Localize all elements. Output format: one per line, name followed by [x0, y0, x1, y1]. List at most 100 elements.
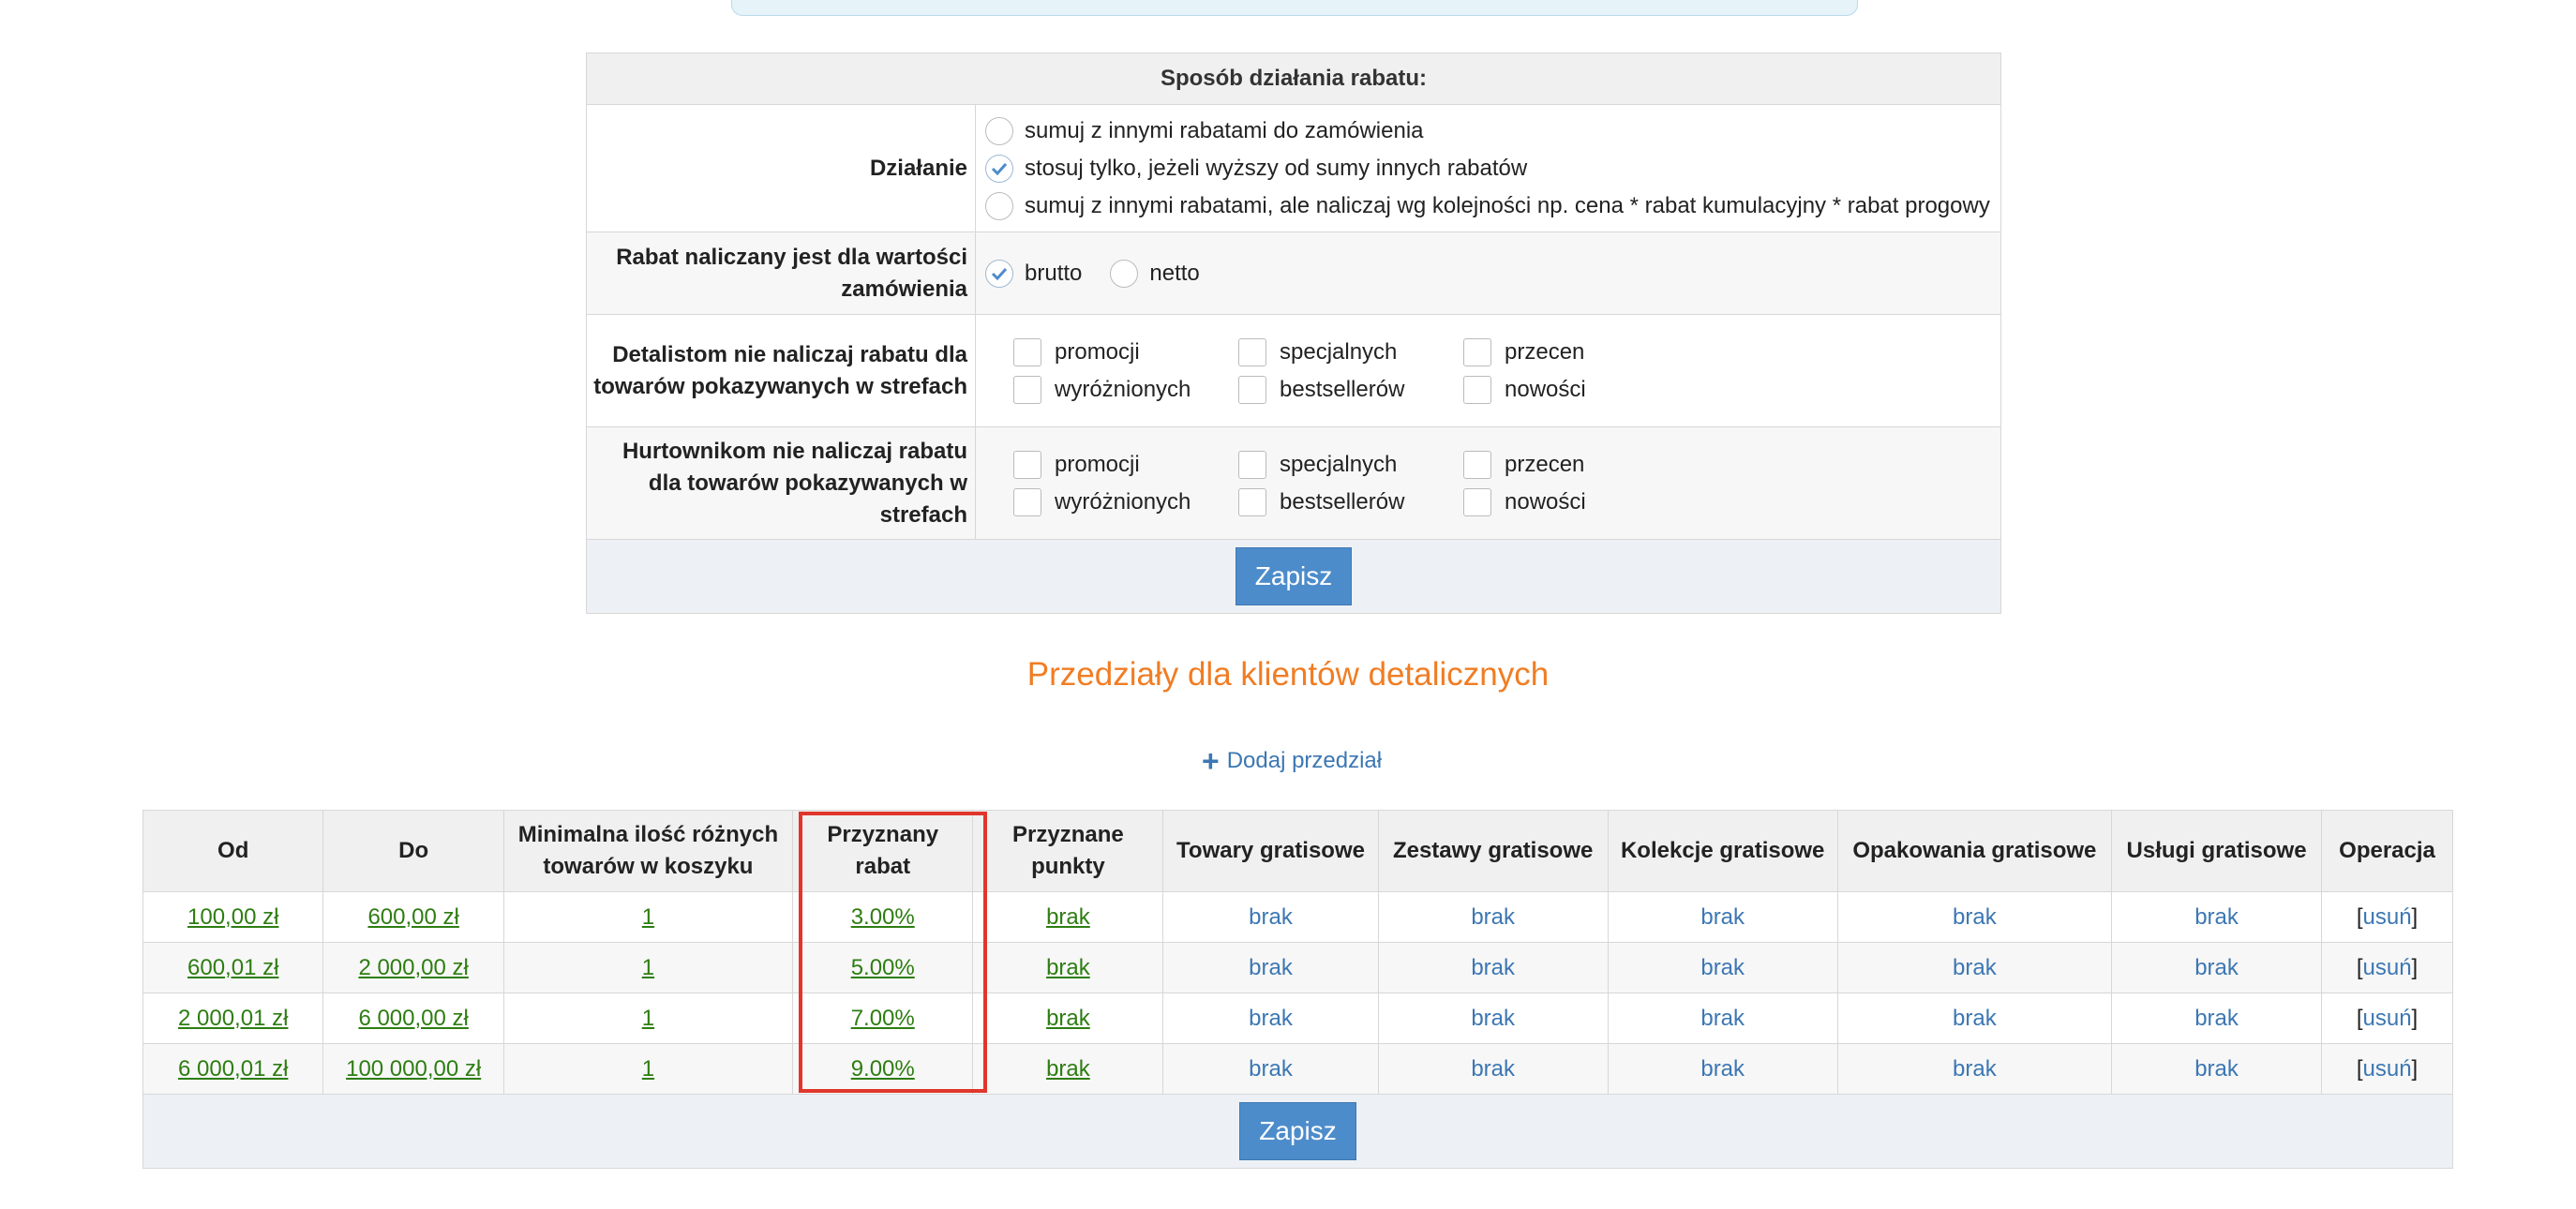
od-link[interactable]: 6 000,01 zł — [178, 1056, 288, 1082]
table-cell: brak — [1607, 942, 1838, 993]
do-link[interactable]: 600,00 zł — [367, 904, 458, 930]
save-ranges-button[interactable]: Zapisz — [1239, 1102, 1356, 1160]
free-collections-link[interactable]: brak — [1700, 955, 1745, 980]
add-range-label: Dodaj przedział — [1226, 748, 1383, 773]
od-link[interactable]: 100,00 zł — [187, 904, 278, 930]
points-link[interactable]: brak — [1046, 904, 1090, 930]
checkbox[interactable] — [1013, 450, 1041, 479]
checkbox[interactable] — [1238, 450, 1266, 479]
checkbox-promocji[interactable]: promocji — [1013, 448, 1238, 482]
bracket-close: ] — [2411, 1005, 2419, 1031]
delete-link[interactable]: usuń — [2363, 904, 2412, 930]
bracket-open: [ — [2356, 903, 2363, 930]
checkbox[interactable] — [1238, 375, 1266, 404]
min-qty-link[interactable]: 1 — [642, 904, 654, 930]
checkbox-promocji[interactable]: promocji — [1013, 336, 1238, 369]
free-services-link[interactable]: brak — [2194, 904, 2239, 930]
points-link[interactable]: brak — [1046, 1056, 1090, 1082]
checkbox-bestsellerow[interactable]: bestsellerów — [1238, 485, 1463, 519]
checkbox-bestsellerow[interactable]: bestsellerów — [1238, 373, 1463, 407]
add-range-link[interactable]: + Dodaj przedział — [1202, 744, 1383, 778]
min-qty-link[interactable]: 1 — [642, 1006, 654, 1031]
free-products-link[interactable]: brak — [1249, 1006, 1293, 1031]
free-packaging-link[interactable]: brak — [1953, 904, 1997, 930]
col-uslugi: Usługi gratisowe — [2111, 810, 2323, 892]
checkbox[interactable] — [1463, 450, 1491, 479]
free-products-link[interactable]: brak — [1249, 1056, 1293, 1082]
free-services-link[interactable]: brak — [2194, 1006, 2239, 1031]
free-sets-link[interactable]: brak — [1471, 1006, 1515, 1031]
free-products-link[interactable]: brak — [1249, 955, 1293, 980]
save-settings-button[interactable]: Zapisz — [1235, 547, 1353, 605]
plus-icon: + — [1202, 744, 1220, 778]
col-operacja: Operacja — [2321, 810, 2453, 892]
table-cell: 1 — [502, 993, 794, 1044]
do-link[interactable]: 100 000,00 zł — [346, 1056, 481, 1082]
checkbox[interactable] — [1238, 337, 1266, 366]
checkbox[interactable] — [1463, 375, 1491, 404]
checkbox-wyroznionych[interactable]: wyróżnionych — [1013, 373, 1238, 407]
radio-label: netto — [1149, 260, 1200, 286]
min-qty-link[interactable]: 1 — [642, 1056, 654, 1082]
radio-option-sequential[interactable]: sumuj z innymi rabatami, ale naliczaj wg… — [985, 187, 2000, 225]
checkbox[interactable] — [1238, 487, 1266, 516]
checkbox-przecen[interactable]: przecen — [1463, 336, 1688, 369]
rabat-link[interactable]: 9.00% — [851, 1056, 915, 1082]
radio-button-checked[interactable] — [985, 154, 1013, 183]
bracket-open: [ — [2356, 954, 2363, 980]
checkbox[interactable] — [1013, 487, 1041, 516]
free-sets-link[interactable]: brak — [1471, 904, 1515, 930]
col-min: Minimalna ilość różnych towarów w koszyk… — [502, 810, 794, 892]
free-collections-link[interactable]: brak — [1700, 1056, 1745, 1082]
ranges-footer: Zapisz — [142, 1094, 2453, 1169]
col-do: Do — [322, 810, 504, 892]
checkbox-wyroznionych[interactable]: wyróżnionych — [1013, 485, 1238, 519]
radio-button[interactable] — [985, 116, 1013, 145]
table-cell: brak — [972, 891, 1164, 943]
free-packaging-link[interactable]: brak — [1953, 1006, 1997, 1031]
od-link[interactable]: 2 000,01 zł — [178, 1006, 288, 1031]
free-services-link[interactable]: brak — [2194, 1056, 2239, 1082]
hurtownicy-options: promocji specjalnych przecen wyróżnionyc… — [975, 426, 2001, 540]
free-sets-link[interactable]: brak — [1471, 955, 1515, 980]
rabat-link[interactable]: 5.00% — [851, 955, 915, 980]
bracket-close: ] — [2411, 1055, 2419, 1082]
free-collections-link[interactable]: brak — [1700, 1006, 1745, 1031]
free-packaging-link[interactable]: brak — [1953, 955, 1997, 980]
radio-button[interactable] — [985, 191, 1013, 220]
points-link[interactable]: brak — [1046, 1006, 1090, 1031]
free-products-link[interactable]: brak — [1249, 904, 1293, 930]
checkbox[interactable] — [1463, 487, 1491, 516]
checkbox-przecen[interactable]: przecen — [1463, 448, 1688, 482]
points-link[interactable]: brak — [1046, 955, 1090, 980]
free-sets-link[interactable]: brak — [1471, 1056, 1515, 1082]
radio-button-checked[interactable] — [985, 259, 1013, 288]
delete-link[interactable]: usuń — [2363, 1056, 2412, 1082]
checkbox-label: przecen — [1505, 451, 1585, 477]
od-link[interactable]: 600,01 zł — [187, 955, 278, 980]
checkbox[interactable] — [1013, 375, 1041, 404]
radio-option-netto[interactable]: netto — [1110, 255, 1200, 292]
radio-option-brutto[interactable]: brutto — [985, 255, 1082, 292]
checkbox-nowosci[interactable]: nowości — [1463, 485, 1688, 519]
delete-link[interactable]: usuń — [2363, 1006, 2412, 1031]
do-link[interactable]: 2 000,00 zł — [358, 955, 468, 980]
radio-option-higher[interactable]: stosuj tylko, jeżeli wyższy od sumy inny… — [985, 150, 2000, 187]
min-qty-link[interactable]: 1 — [642, 955, 654, 980]
rabat-link[interactable]: 3.00% — [851, 904, 915, 930]
checkbox[interactable] — [1463, 337, 1491, 366]
free-services-link[interactable]: brak — [2194, 955, 2239, 980]
rabat-link[interactable]: 7.00% — [851, 1006, 915, 1031]
radio-option-sum[interactable]: sumuj z innymi rabatami do zamówienia — [985, 112, 2000, 150]
do-link[interactable]: 6 000,00 zł — [358, 1006, 468, 1031]
checkbox-specjalnych[interactable]: specjalnych — [1238, 336, 1463, 369]
checkbox[interactable] — [1013, 337, 1041, 366]
free-collections-link[interactable]: brak — [1700, 904, 1745, 930]
radio-label: brutto — [1025, 260, 1083, 286]
checkbox-nowosci[interactable]: nowości — [1463, 373, 1688, 407]
free-packaging-link[interactable]: brak — [1953, 1056, 1997, 1082]
table-cell: brak — [1836, 993, 2113, 1044]
delete-link[interactable]: usuń — [2363, 955, 2412, 980]
checkbox-specjalnych[interactable]: specjalnych — [1238, 448, 1463, 482]
radio-button[interactable] — [1110, 259, 1139, 288]
